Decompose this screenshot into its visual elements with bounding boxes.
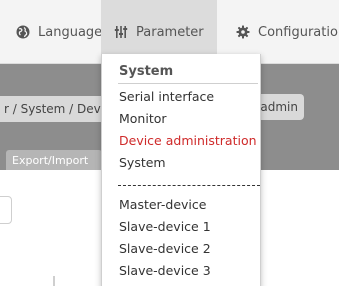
dropdown-header-rule [118, 83, 258, 84]
gear-icon [236, 25, 250, 39]
nav-language-label: Language [38, 24, 103, 40]
dropdown-divider [118, 185, 260, 186]
partial-input-field[interactable] [0, 196, 12, 224]
divider [53, 276, 55, 286]
menu-item-master-device[interactable]: Master-device [119, 195, 259, 215]
menu-item-slave-device-3[interactable]: Slave-device 3 [119, 261, 259, 281]
menu-item-device-administration[interactable]: Device administration [119, 131, 259, 151]
menu-item-slave-device-2[interactable]: Slave-device 2 [119, 239, 259, 259]
menu-item-slave-device-1[interactable]: Slave-device 1 [119, 217, 259, 237]
nav-language[interactable]: Language [16, 0, 102, 64]
menu-item-system[interactable]: System [119, 153, 259, 173]
app-window: Language Parameter Configuration r / Sys… [0, 0, 339, 286]
parameter-dropdown-menu: System Serial interface Monitor Device a… [101, 54, 261, 286]
globe-icon [16, 25, 30, 39]
tab-export-import[interactable]: Export/Import [6, 150, 102, 170]
menu-item-monitor[interactable]: Monitor [119, 109, 259, 129]
nav-configuration-label: Configuration [258, 24, 339, 40]
dropdown-section-header: System [119, 64, 174, 79]
breadcrumb[interactable]: r / System / Devi [0, 96, 110, 122]
sliders-icon [114, 25, 128, 39]
menu-item-serial-interface[interactable]: Serial interface [119, 87, 259, 107]
nav-parameter-label: Parameter [136, 24, 204, 40]
